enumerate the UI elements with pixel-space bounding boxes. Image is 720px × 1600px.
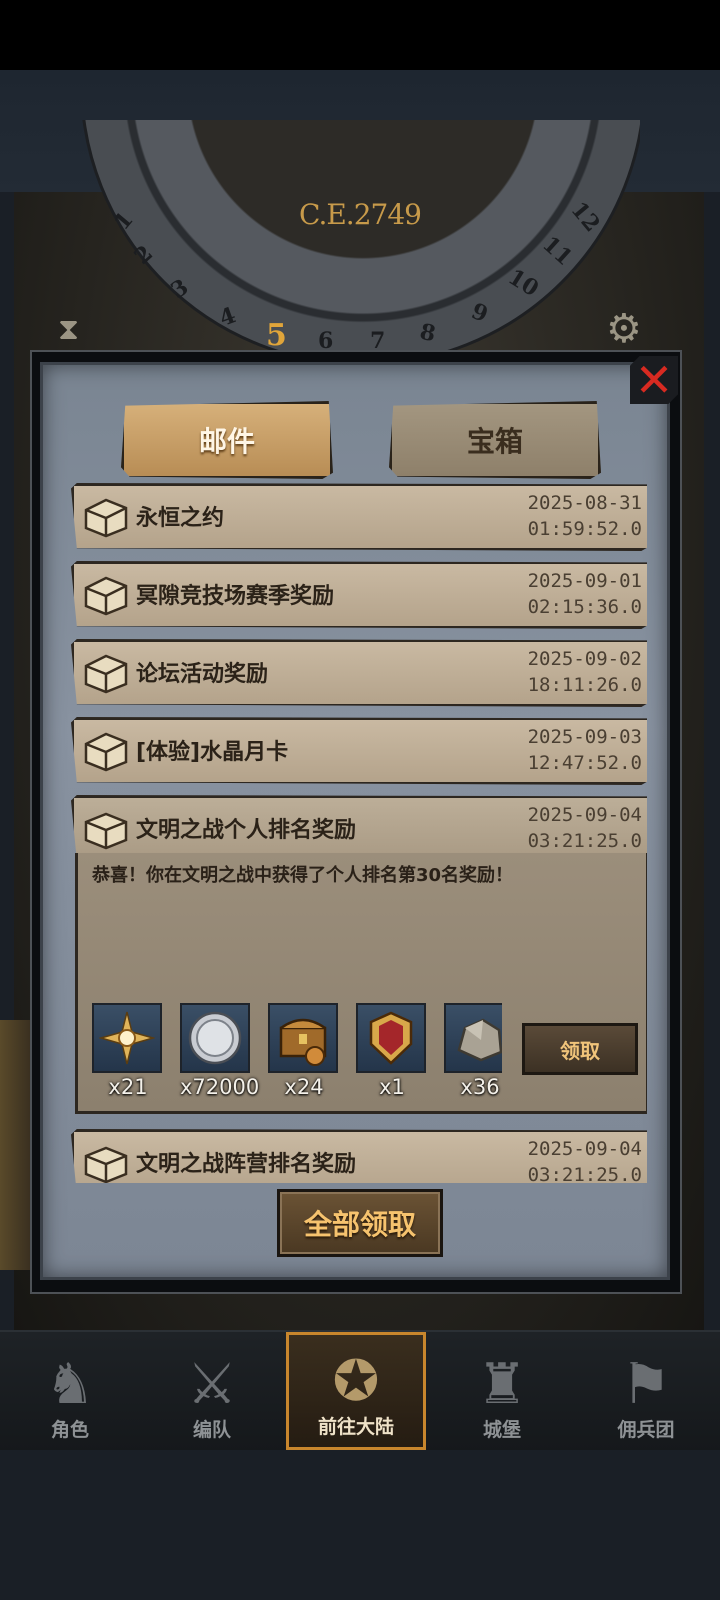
close-button[interactable]: ✕ — [630, 356, 678, 404]
hourglass-icon[interactable]: ⧗ — [58, 312, 79, 347]
squad-icon: ⚔ — [186, 1352, 238, 1417]
mail-item[interactable]: 冥隙竞技场赛季奖励 2025-09-01 02:15:36.0 — [71, 561, 647, 629]
mail-time: 12:47:52.0 — [527, 752, 642, 774]
nav-label: 编队 — [192, 1419, 231, 1441]
chest-icon — [84, 654, 128, 694]
nav-label: 佣兵团 — [617, 1419, 675, 1441]
mail-title: 冥隙竞技场赛季奖励 — [136, 584, 335, 609]
nav-label: 城堡 — [482, 1419, 521, 1441]
mail-time: 01:59:52.0 — [527, 518, 642, 540]
mail-body: 恭喜！你在文明之战中获得了个人排名第30名奖励！ x21 x72000 x24 … — [75, 853, 647, 1114]
treasure-chest-icon — [268, 1003, 338, 1073]
mail-timestamp: 2025-09-02 18:11:26.0 — [528, 646, 642, 698]
nav-character[interactable]: ♞ 角色 — [0, 1332, 140, 1450]
bottom-background — [0, 1450, 720, 1600]
status-bar — [0, 0, 720, 70]
castle-icon: ♜ — [476, 1352, 528, 1417]
nav-castle[interactable]: ♜ 城堡 — [432, 1332, 572, 1450]
dial-year: C.E.2749 — [299, 198, 422, 231]
mercenary-icon: ⚑ — [620, 1352, 672, 1417]
tab-mail[interactable]: 邮件 — [121, 401, 333, 479]
mail-body-text: 恭喜！你在文明之战中获得了个人排名第30名奖励！ — [92, 865, 514, 886]
mail-date: 2025-09-02 — [527, 648, 642, 670]
reward-item[interactable]: x72000 — [180, 1003, 260, 1103]
mail-time: 03:21:25.0 — [527, 830, 642, 852]
mail-title: 永恒之约 — [136, 506, 225, 531]
reward-item[interactable]: x1 — [356, 1003, 428, 1103]
mail-time: 03:21:25.0 — [527, 1164, 642, 1183]
dial-number-current: 5 — [266, 318, 287, 353]
mail-time: 02:15:36.0 — [527, 596, 642, 618]
mail-date: 2025-09-01 — [527, 570, 642, 592]
chest-icon — [84, 576, 128, 616]
claim-all-button[interactable]: 全部领取 — [277, 1189, 443, 1257]
silver-coin-icon — [180, 1003, 250, 1073]
claim-button[interactable]: 领取 — [522, 1023, 638, 1075]
mail-item[interactable]: 文明之战阵营排名奖励 2025-09-04 03:21:25.0 — [71, 1129, 647, 1183]
reward-count: x1 — [379, 1075, 405, 1099]
mail-title: 论坛活动奖励 — [136, 662, 269, 687]
mail-list[interactable]: 永恒之约 2025-08-31 01:59:52.0 冥隙竞技场赛季奖励 202… — [71, 483, 647, 1183]
compass-icon: ✪ — [332, 1349, 380, 1414]
mail-title: 文明之战个人排名奖励 — [136, 818, 357, 843]
reward-count: x21 — [108, 1075, 148, 1099]
reward-list[interactable]: x21 x72000 x24 x1 x36 — [92, 1003, 502, 1107]
nav-continent[interactable]: ✪ 前往大陆 — [286, 1332, 426, 1450]
mail-timestamp: 2025-09-03 12:47:52.0 — [528, 724, 642, 776]
mail-timestamp: 2025-09-04 03:21:25.0 — [528, 1136, 642, 1183]
mail-item[interactable]: 永恒之约 2025-08-31 01:59:52.0 — [71, 483, 647, 551]
nav-label: 角色 — [50, 1419, 89, 1441]
mail-title: [体验]水晶月卡 — [136, 740, 289, 765]
chest-icon — [84, 498, 128, 538]
mail-panel: 邮件 宝箱 永恒之约 2025-08-31 01:59:52.0 冥隙竞技场赛季… — [30, 350, 682, 1294]
reward-count: x36 — [460, 1075, 500, 1099]
mail-item[interactable]: 论坛活动奖励 2025-09-02 18:11:26.0 — [71, 639, 647, 707]
mail-timestamp: 2025-09-04 03:21:25.0 — [528, 802, 642, 854]
mail-item[interactable]: [体验]水晶月卡 2025-09-03 12:47:52.0 — [71, 717, 647, 785]
mail-date: 2025-09-03 — [527, 726, 642, 748]
bottom-nav: ♞ 角色 ⚔ 编队 ✪ 前往大陆 ♜ 城堡 ⚑ 佣兵团 — [0, 1330, 720, 1452]
chest-icon — [84, 732, 128, 772]
mail-date: 2025-08-31 — [527, 492, 642, 514]
banner-shield-icon — [356, 1003, 426, 1073]
reward-item[interactable]: x36 — [444, 1003, 502, 1103]
star-medal-icon — [92, 1003, 162, 1073]
nav-squad[interactable]: ⚔ 编队 — [142, 1332, 282, 1450]
mail-date: 2025-09-04 — [527, 1138, 642, 1160]
mail-time: 18:11:26.0 — [527, 674, 642, 696]
reward-count: x72000 — [180, 1075, 260, 1099]
calendar-dial: C.E.2749 1 2 3 4 5 6 7 8 9 10 11 12 — [80, 120, 640, 360]
gear-icon[interactable]: ⚙ — [606, 306, 642, 352]
mail-panel-body: 邮件 宝箱 永恒之约 2025-08-31 01:59:52.0 冥隙竞技场赛季… — [40, 362, 670, 1280]
reward-item[interactable]: x24 — [268, 1003, 340, 1103]
stone-ore-icon — [444, 1003, 502, 1073]
mail-timestamp: 2025-08-31 01:59:52.0 — [528, 490, 642, 542]
mail-date: 2025-09-04 — [527, 804, 642, 826]
tab-chest[interactable]: 宝箱 — [389, 401, 601, 479]
nav-label: 前往大陆 — [317, 1416, 394, 1438]
mail-timestamp: 2025-09-01 02:15:36.0 — [528, 568, 642, 620]
reward-count: x24 — [284, 1075, 324, 1099]
nav-mercenary[interactable]: ⚑ 佣兵团 — [576, 1332, 716, 1450]
side-decoration — [0, 1020, 30, 1270]
closed-chest-icon — [84, 812, 128, 850]
mail-title: 文明之战阵营排名奖励 — [136, 1152, 357, 1177]
reward-item[interactable]: x21 — [92, 1003, 164, 1103]
knight-icon: ♞ — [44, 1352, 96, 1417]
closed-chest-icon — [84, 1146, 128, 1183]
close-icon: ✕ — [634, 353, 674, 407]
